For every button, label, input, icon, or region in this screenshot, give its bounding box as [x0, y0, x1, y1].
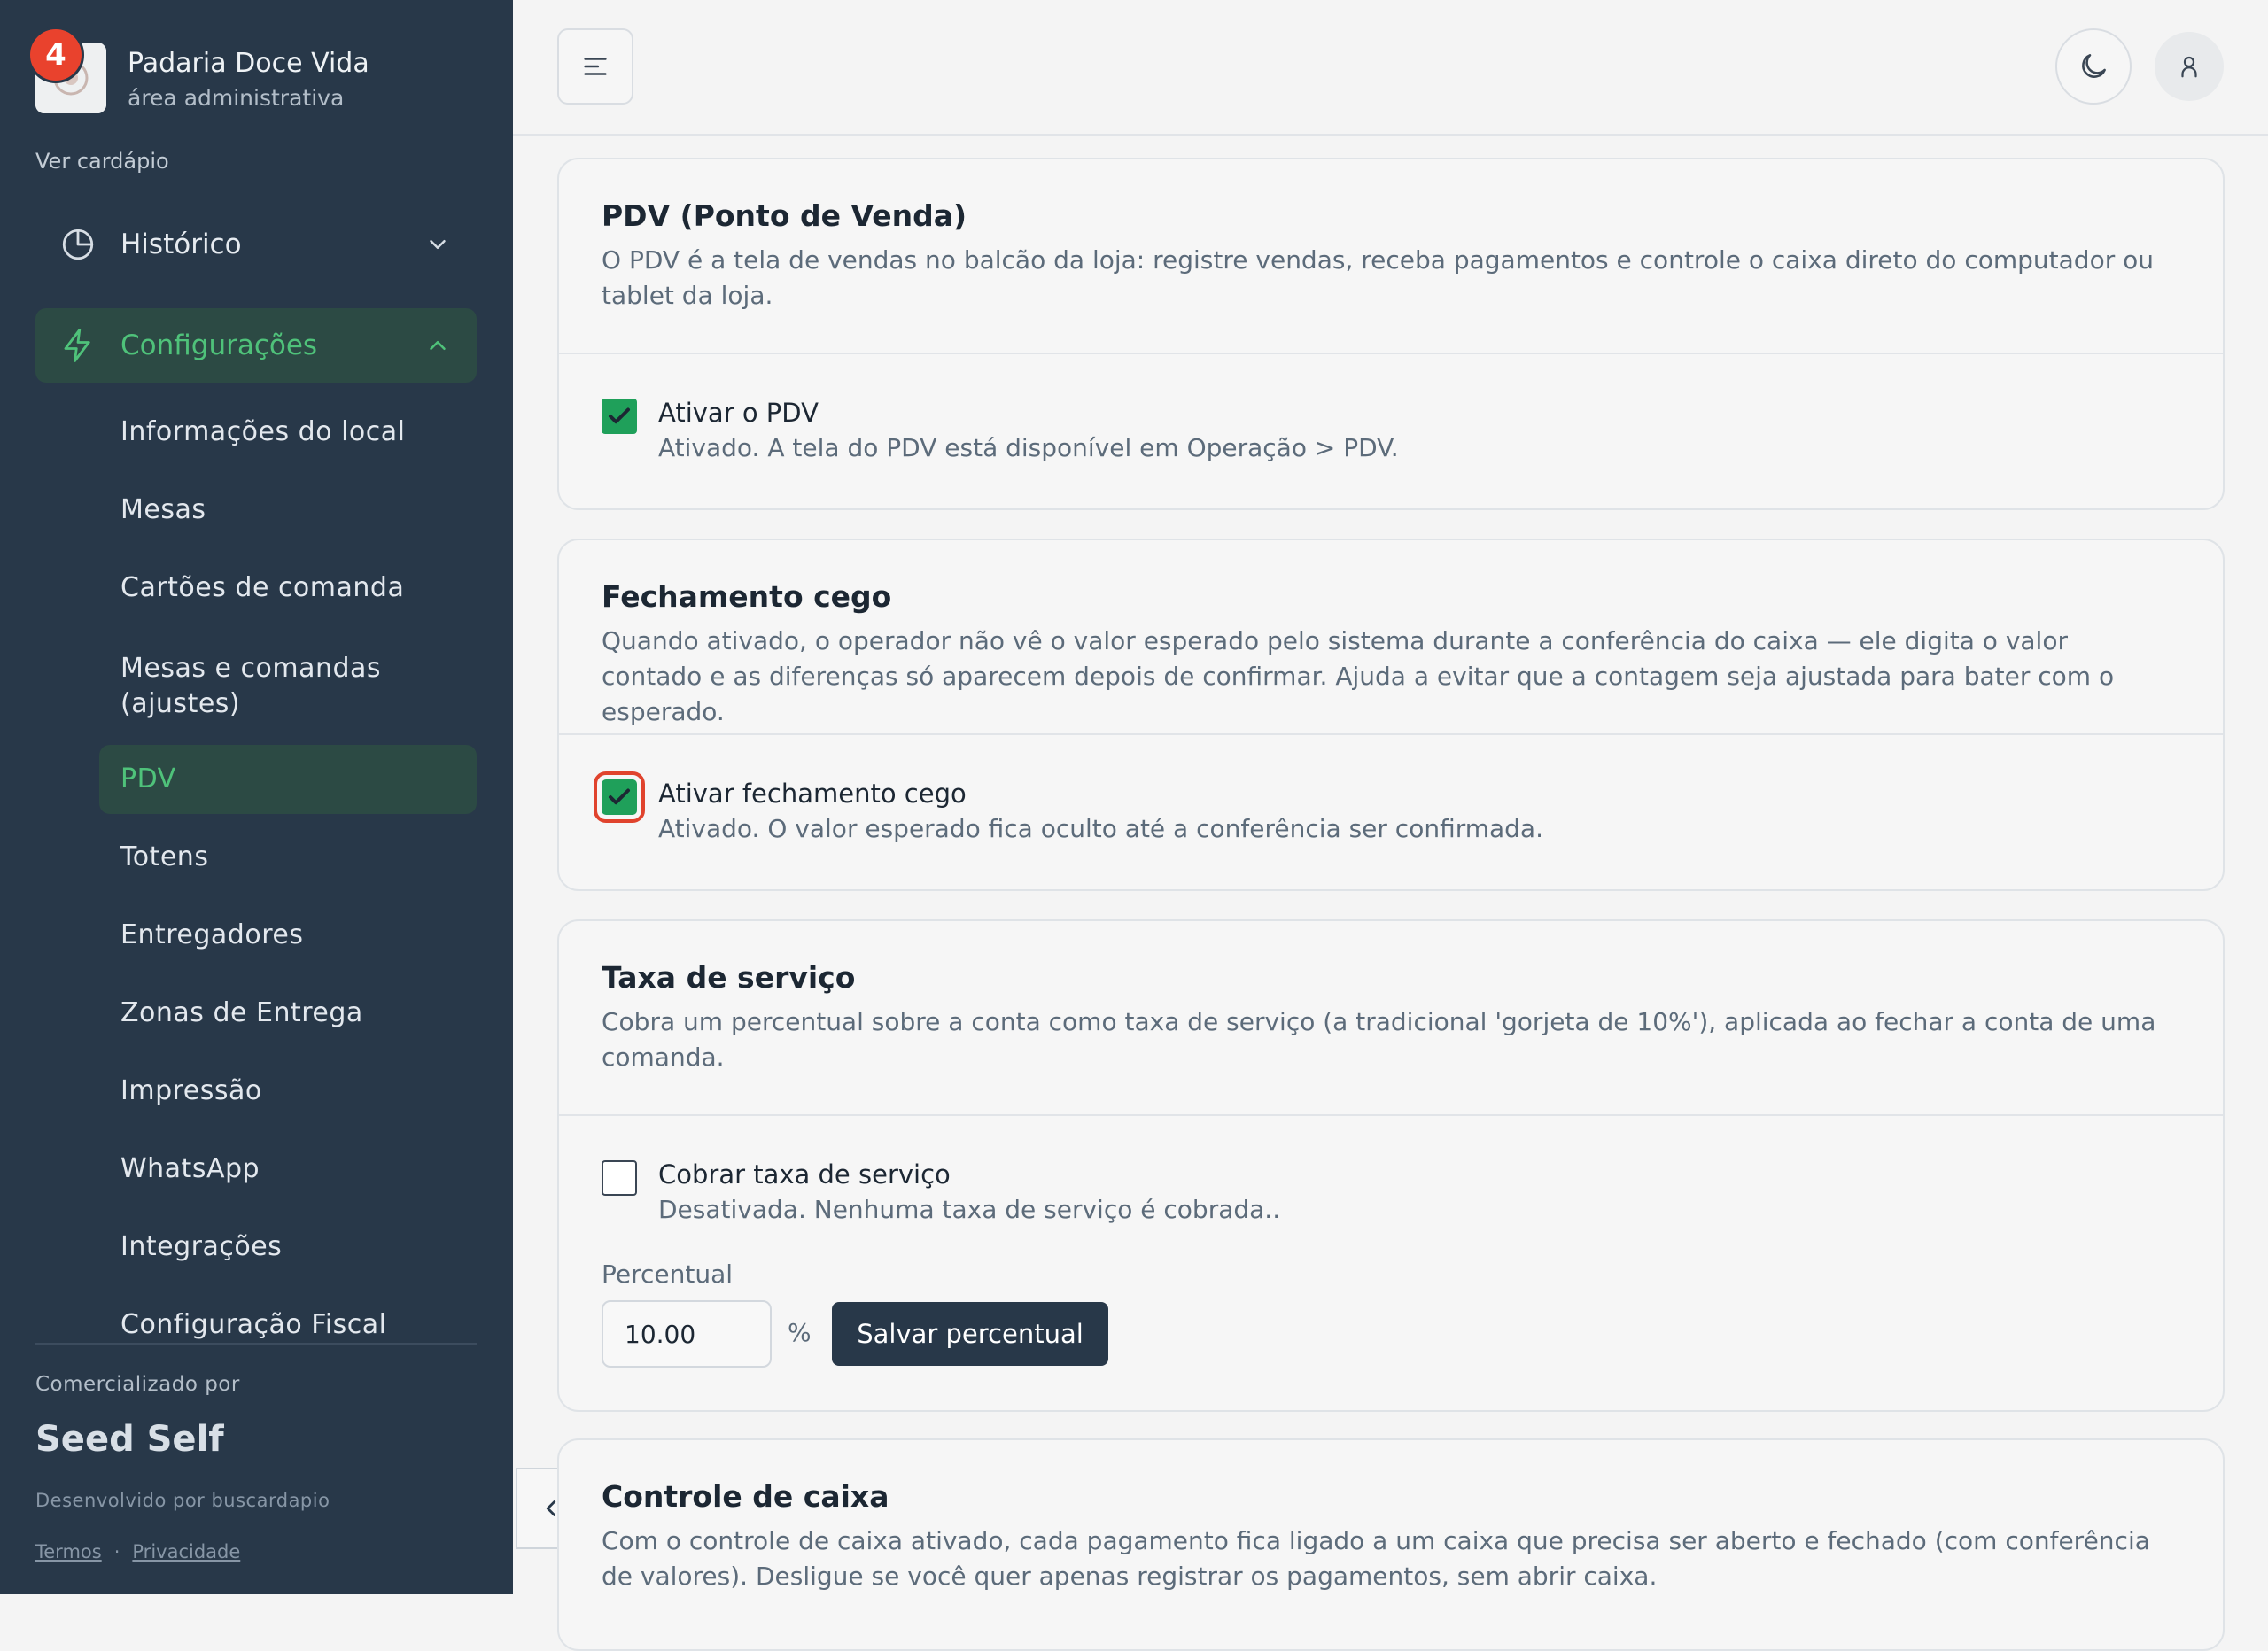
percent-label: Percentual — [602, 1260, 734, 1289]
percent-input[interactable] — [602, 1300, 772, 1368]
nav-group-history-label: Histórico — [120, 229, 242, 260]
sidebar-item-whatsapp[interactable]: WhatsApp — [99, 1146, 477, 1192]
card-separator — [559, 353, 2223, 354]
service-fee-option: Cobrar taxa de serviço Desativada. Nenhu… — [602, 1157, 2170, 1231]
sidebar-item-order-cards[interactable]: Cartões de comanda — [99, 565, 477, 611]
sidebar-item-fiscal-settings[interactable]: Configuração Fiscal — [99, 1302, 477, 1348]
user-menu-button[interactable] — [2155, 32, 2224, 101]
legal-separator: · — [113, 1541, 120, 1562]
service-fee-label[interactable]: Cobrar taxa de serviço — [658, 1157, 951, 1192]
sidebar-item-couriers[interactable]: Entregadores — [99, 912, 477, 958]
sidebar-item-printing[interactable]: Impressão — [99, 1068, 477, 1114]
enable-pdv-checkbox[interactable] — [602, 399, 637, 434]
nav-group-settings[interactable]: Configurações — [35, 308, 477, 383]
theme-toggle-button[interactable] — [2055, 28, 2132, 105]
chevron-up-icon — [420, 328, 455, 363]
enable-pdv-label[interactable]: Ativar o PDV — [658, 395, 819, 430]
checkmark-icon — [609, 407, 630, 424]
service-fee-card: Taxa de serviço Cobra um percentual sobr… — [557, 919, 2225, 1412]
sidebar-item-delivery-zones[interactable]: Zonas de Entrega — [99, 990, 477, 1036]
sidebar-item-totems[interactable]: Totens — [99, 834, 477, 880]
enable-pdv-option: Ativar o PDV Ativado. A tela do PDV está… — [602, 395, 2170, 469]
sidebar-item-tables[interactable]: Mesas — [99, 487, 477, 533]
topbar — [513, 0, 2268, 136]
store-subtitle: área administrativa — [128, 85, 345, 111]
cash-control-card-title: Controle de caixa — [602, 1479, 889, 1514]
store-name: Padaria Doce Vida — [128, 48, 369, 79]
sidebar: 4 Padaria Doce Vida área administrativa … — [0, 0, 513, 1594]
card-separator — [559, 1114, 2223, 1116]
powered-by-label: Comercializado por — [35, 1373, 240, 1396]
service-fee-description: Desativada. Nenhuma taxa de serviço é co… — [658, 1195, 1281, 1224]
blind-closing-description: Ativado. O valor esperado fica oculto at… — [658, 814, 1543, 843]
terms-link[interactable]: Termos — [35, 1541, 102, 1562]
cash-control-card-description: Com o controle de caixa ativado, cada pa… — [602, 1526, 2150, 1591]
checkmark-icon — [609, 788, 630, 805]
sidebar-item-pdv[interactable]: PDV — [99, 745, 477, 814]
pdv-card: PDV (Ponto de Venda) O PDV é a tela de v… — [557, 158, 2225, 510]
service-fee-checkbox[interactable] — [602, 1160, 637, 1196]
pdv-card-title: PDV (Ponto de Venda) — [602, 198, 967, 233]
cash-control-card: Controle de caixa Com o controle de caix… — [557, 1438, 2225, 1651]
blind-closing-card: Fechamento cego Quando ativado, o operad… — [557, 539, 2225, 891]
nav-group-history[interactable]: Histórico — [35, 207, 477, 282]
sidebar-item-location-info[interactable]: Informações do local — [99, 409, 477, 455]
developed-by: Desenvolvido por buscardapio — [35, 1490, 330, 1511]
nav-group-settings-label: Configurações — [120, 329, 318, 361]
notification-badge[interactable]: 4 — [27, 27, 84, 83]
user-icon — [2181, 56, 2197, 78]
card-separator — [559, 733, 2223, 735]
blind-closing-checkbox[interactable] — [594, 771, 645, 823]
percent-sign: % — [788, 1318, 812, 1347]
service-fee-card-description: Cobra um percentual sobre a conta como t… — [602, 1007, 2156, 1072]
blind-closing-card-description: Quando ativado, o operador não vê o valo… — [602, 626, 2115, 726]
save-percent-button[interactable]: Salvar percentual — [832, 1302, 1108, 1366]
moon-icon — [2082, 54, 2106, 78]
lightning-icon — [57, 324, 99, 367]
menu-toggle-button[interactable] — [557, 28, 633, 105]
view-menu-link[interactable]: Ver cardápio — [35, 149, 169, 174]
pie-chart-icon — [57, 223, 99, 266]
legal-links: Termos · Privacidade — [35, 1541, 240, 1562]
sidebar-item-tables-settings[interactable]: Mesas e comandas (ajustes) — [99, 647, 477, 726]
sidebar-divider — [35, 1343, 477, 1345]
brand[interactable]: 4 Padaria Doce Vida área administrativa — [27, 27, 478, 119]
blind-closing-label[interactable]: Ativar fechamento cego — [658, 776, 967, 811]
sidebar-item-integrations[interactable]: Integrações — [99, 1224, 477, 1270]
chevron-down-icon — [420, 227, 455, 262]
privacy-link[interactable]: Privacidade — [132, 1541, 240, 1562]
menu-icon — [584, 58, 607, 75]
pdv-card-description: O PDV é a tela de vendas no balcão da lo… — [602, 245, 2154, 310]
blind-closing-option: Ativar fechamento cego Ativado. O valor … — [594, 771, 2170, 850]
blind-closing-card-title: Fechamento cego — [602, 579, 892, 614]
service-fee-card-title: Taxa de serviço — [602, 960, 856, 995]
product-logo-text: Seed Self — [35, 1419, 224, 1460]
enable-pdv-description: Ativado. A tela do PDV está disponível e… — [658, 433, 1399, 462]
